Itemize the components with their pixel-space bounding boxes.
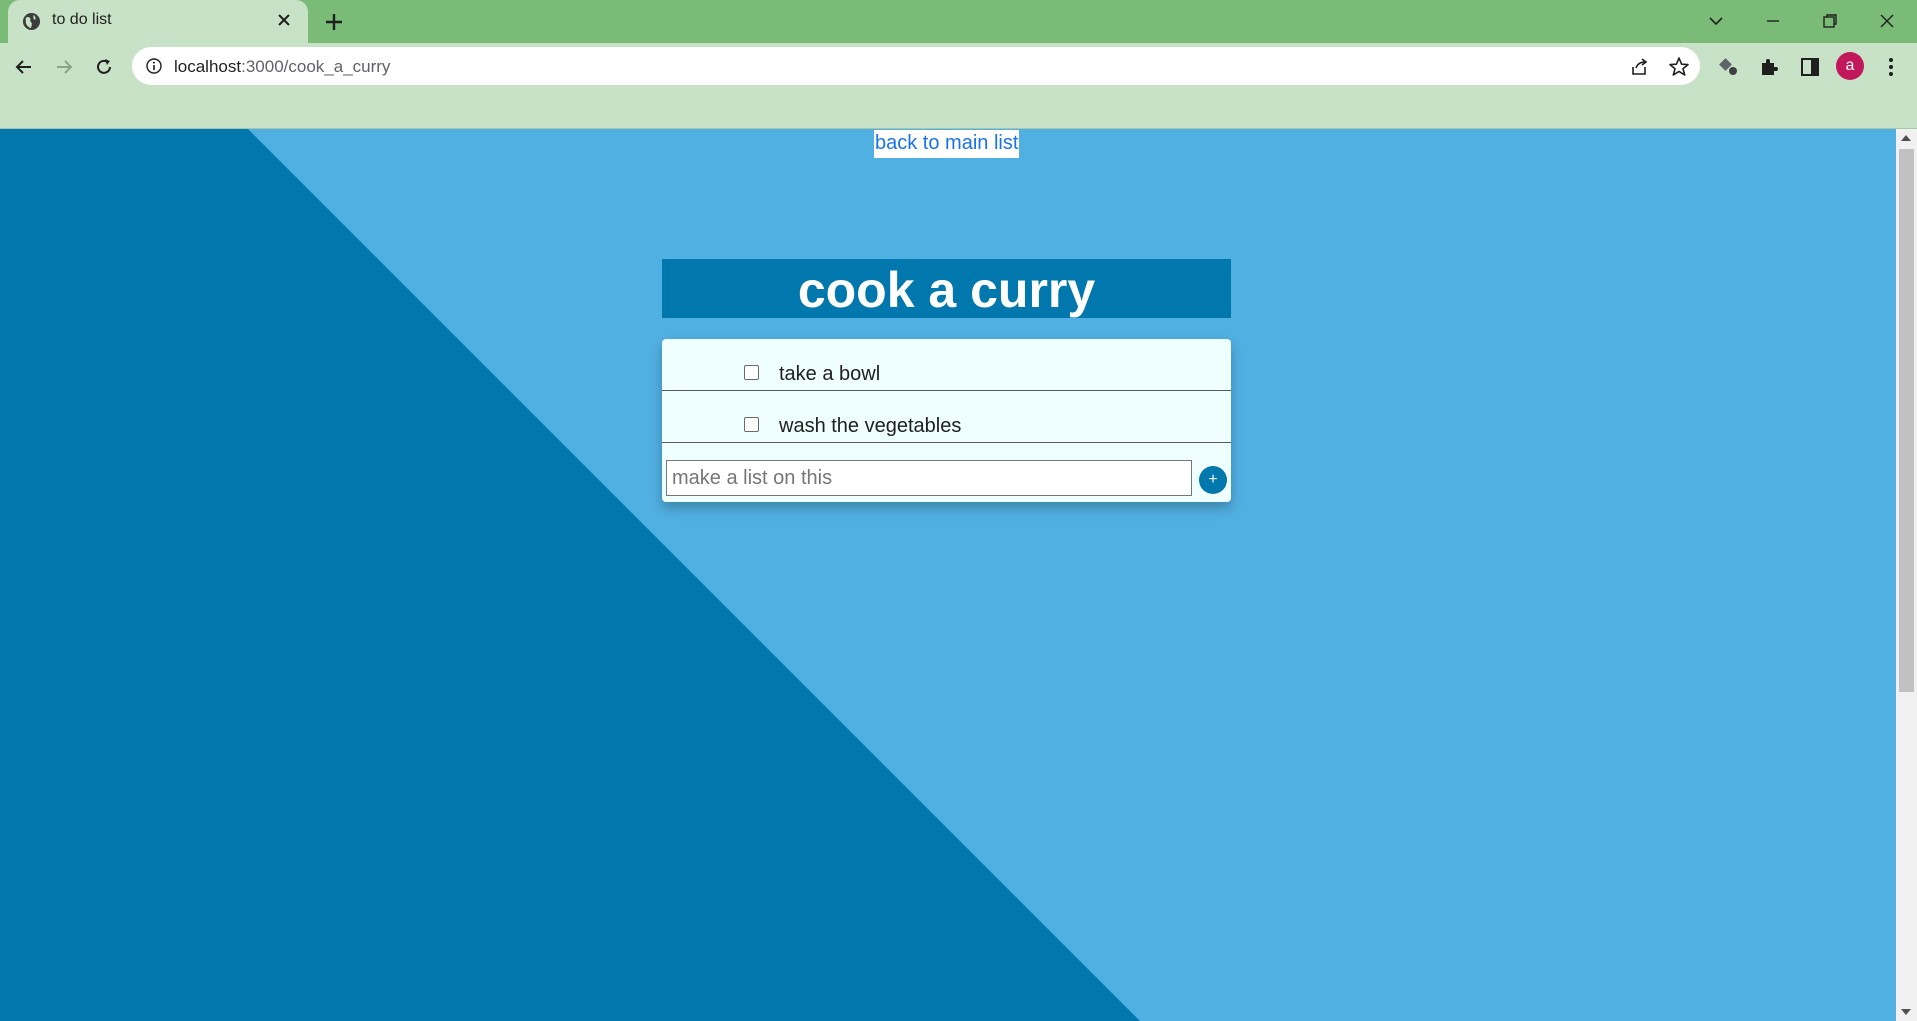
back-arrow-icon[interactable] <box>8 51 40 83</box>
url-text[interactable]: localhost:3000/cook_a_curry <box>174 57 390 77</box>
scrollbar-thumb[interactable] <box>1899 149 1914 692</box>
new-item-input[interactable] <box>666 460 1192 496</box>
page-viewport: back to main list cook a curry take a bo… <box>0 129 1896 1021</box>
scroll-up-arrow-icon[interactable] <box>1901 135 1911 141</box>
minimize-icon[interactable] <box>1757 6 1789 36</box>
close-window-icon[interactable] <box>1871 6 1903 36</box>
side-panel-icon[interactable] <box>1797 54 1823 80</box>
url-path: :3000/cook_a_curry <box>241 57 391 76</box>
todo-card: take a bowl wash the vegetables + <box>662 339 1231 502</box>
restore-icon[interactable] <box>1814 6 1846 36</box>
forward-arrow-icon[interactable] <box>48 51 80 83</box>
profile-avatar[interactable]: a <box>1836 52 1864 80</box>
close-tab-icon[interactable] <box>274 10 294 30</box>
site-info-icon[interactable] <box>146 58 162 74</box>
browser-toolbar: localhost:3000/cook_a_curry a <box>0 43 1917 129</box>
add-item-button[interactable]: + <box>1199 466 1227 494</box>
address-bar[interactable]: localhost:3000/cook_a_curry <box>132 47 1700 85</box>
extensions-puzzle-icon[interactable] <box>1756 54 1782 80</box>
scroll-down-arrow-icon[interactable] <box>1901 1009 1911 1015</box>
tab-search-icon[interactable] <box>1700 6 1732 36</box>
new-tab-icon[interactable] <box>322 10 346 34</box>
browser-tab[interactable]: to do list <box>8 0 308 43</box>
url-host: localhost <box>174 57 242 76</box>
list-item: take a bowl <box>662 339 1231 391</box>
item-label: take a bowl <box>779 363 881 385</box>
menu-kebab-icon[interactable] <box>1878 54 1904 80</box>
page-title: cook a curry <box>797 262 1096 318</box>
bookmark-star-icon[interactable] <box>1668 56 1690 78</box>
back-to-main-list-link[interactable]: back to main list <box>874 130 1020 158</box>
item-label: wash the vegetables <box>779 415 962 437</box>
list-title-banner: cook a curry <box>662 259 1231 318</box>
item-checkbox[interactable] <box>744 417 759 432</box>
tab-title: to do list <box>52 11 112 28</box>
share-icon[interactable] <box>1629 56 1651 78</box>
item-checkbox[interactable] <box>744 365 759 380</box>
extension-satellite-icon[interactable] <box>1716 54 1742 80</box>
list-item: wash the vegetables <box>662 391 1231 443</box>
globe-icon <box>22 12 41 31</box>
reload-icon[interactable] <box>88 51 120 83</box>
page-scrollbar[interactable] <box>1896 129 1917 1021</box>
tab-bar: to do list <box>0 0 1917 43</box>
